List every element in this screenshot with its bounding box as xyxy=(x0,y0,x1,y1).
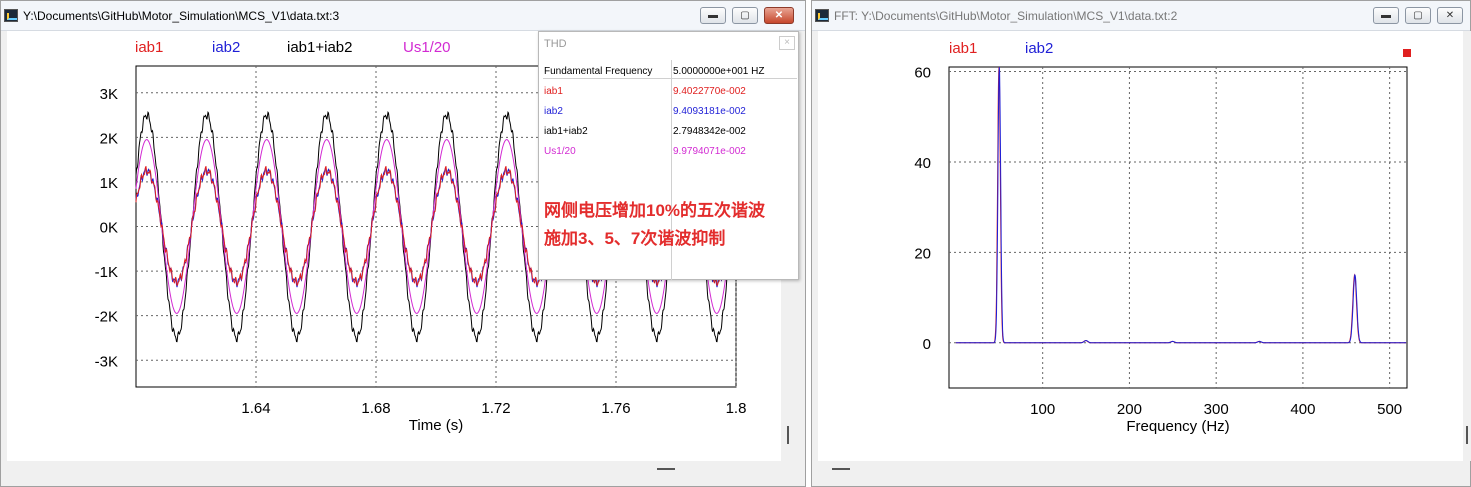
y-tick-label: -2K xyxy=(95,309,118,326)
x-tick-label: 400 xyxy=(1290,401,1315,418)
window-titlebar[interactable]: FFT: Y:\Documents\GitHub\Motor_Simulatio… xyxy=(812,1,1470,31)
fft-chart: iab1 iab2 6040200 100 200 300 400 500 Frequen… xyxy=(914,40,1411,435)
x-tick-label: 1.76 xyxy=(601,400,630,417)
header-divider xyxy=(543,78,797,79)
x-tick-label: 200 xyxy=(1117,401,1142,418)
y-tick-label: 2K xyxy=(100,130,118,147)
x-axis-label: Frequency (Hz) xyxy=(1126,418,1229,435)
plot-frame xyxy=(948,66,1408,389)
app-chart-icon xyxy=(815,9,829,22)
maximize-button[interactable]: ▢ xyxy=(1405,7,1431,24)
y-tick-label: 20 xyxy=(914,245,931,262)
chart-legend: iab1 iab2 iab1+iab2 Us1/20 xyxy=(135,39,451,56)
window-title: FFT: Y:\Documents\GitHub\Motor_Simulatio… xyxy=(834,9,1178,23)
scroll-grip-icon[interactable] xyxy=(832,468,850,470)
y-tick-label: -3K xyxy=(95,353,118,370)
x-axis-label: Time (s) xyxy=(409,417,463,434)
x-axis-ticks: 100 200 300 400 500 xyxy=(1030,401,1402,418)
x-tick-label: 1.72 xyxy=(481,400,510,417)
thd-row-value: 9.4093181e-002 xyxy=(673,106,746,117)
horizontal-scrollbar[interactable] xyxy=(7,461,781,481)
y-tick-label: -1K xyxy=(95,264,118,281)
thd-row-name: iab2 xyxy=(544,106,563,117)
chart-legend: iab1 iab2 xyxy=(949,40,1053,57)
thd-row-name: Us1/20 xyxy=(544,146,576,157)
window-title: Y:\Documents\GitHub\Motor_Simulation\MCS… xyxy=(23,9,340,23)
scroll-grip-icon[interactable] xyxy=(787,426,789,444)
y-tick-label: 40 xyxy=(914,155,931,172)
close-button[interactable]: ✕ xyxy=(1437,7,1463,24)
window-titlebar[interactable]: Y:\Documents\GitHub\Motor_Simulation\MCS… xyxy=(1,1,805,31)
y-tick-label: 60 xyxy=(914,65,931,82)
minimize-button[interactable]: ▬ xyxy=(1373,7,1399,24)
legend-marker-icon[interactable] xyxy=(1403,49,1411,57)
scroll-grip-icon[interactable] xyxy=(657,468,675,470)
annotation-note: 网侧电压增加10%的五次谐波 xyxy=(544,201,766,220)
legend-item: iab1 xyxy=(949,40,977,57)
time-plot-window: Y:\Documents\GitHub\Motor_Simulation\MCS… xyxy=(0,0,806,487)
app-chart-icon xyxy=(4,9,18,22)
y-tick-label: 0K xyxy=(100,220,118,237)
horizontal-scrollbar[interactable] xyxy=(818,461,1463,481)
legend-item: iab1 xyxy=(135,39,163,56)
scroll-grip-icon[interactable] xyxy=(1466,426,1468,444)
thd-title: THD xyxy=(544,38,567,50)
thd-header-value: 5.0000000e+001 HZ xyxy=(673,66,765,77)
x-tick-label: 1.8 xyxy=(726,400,747,417)
y-axis-ticks: 3K 2K 1K 0K -1K -2K -3K xyxy=(95,86,118,371)
y-tick-label: 1K xyxy=(100,175,118,192)
minimize-button[interactable]: ▬ xyxy=(700,7,726,24)
annotation-note: 施加3、5、7次谐波抑制 xyxy=(544,229,726,248)
x-tick-label: 100 xyxy=(1030,401,1055,418)
x-tick-label: 300 xyxy=(1204,401,1229,418)
y-tick-label: 3K xyxy=(100,86,118,103)
y-tick-label: 0 xyxy=(923,336,931,353)
thd-close-button[interactable]: × xyxy=(779,36,795,50)
y-axis-ticks: 60 40 20 0 xyxy=(914,65,931,353)
legend-item: iab2 xyxy=(212,39,240,56)
x-tick-label: 500 xyxy=(1377,401,1402,418)
legend-item: iab2 xyxy=(1025,40,1053,57)
thd-row-name: iab1+iab2 xyxy=(544,126,588,137)
plot-area: iab1 iab2 60 40 20 0 100 200 300 400 500 Frequen… xyxy=(818,31,1463,461)
thd-header-label: Fundamental Frequency xyxy=(544,66,653,77)
x-tick-label: 1.64 xyxy=(241,400,270,417)
x-tick-label: 1.68 xyxy=(361,400,390,417)
maximize-button[interactable]: ▢ xyxy=(732,7,758,24)
fft-plot-window: FFT: Y:\Documents\GitHub\Motor_Simulatio… xyxy=(811,0,1471,487)
x-axis-ticks: 1.64 1.68 1.72 1.76 1.8 xyxy=(241,400,746,417)
thd-row-name: iab1 xyxy=(544,86,563,97)
legend-item: Us1/20 xyxy=(403,39,451,56)
vertical-scrollbar[interactable] xyxy=(1463,31,1471,461)
legend-item: iab1+iab2 xyxy=(287,39,352,56)
close-button[interactable]: ✕ xyxy=(764,7,794,24)
thd-row-value: 9.9794071e-002 xyxy=(673,146,746,157)
thd-row-value: 9.4022770e-002 xyxy=(673,86,746,97)
thd-row-value: 2.7948342e-002 xyxy=(673,126,746,137)
thd-panel: THD × Fundamental Frequency 5.0000000e+0… xyxy=(538,31,799,280)
